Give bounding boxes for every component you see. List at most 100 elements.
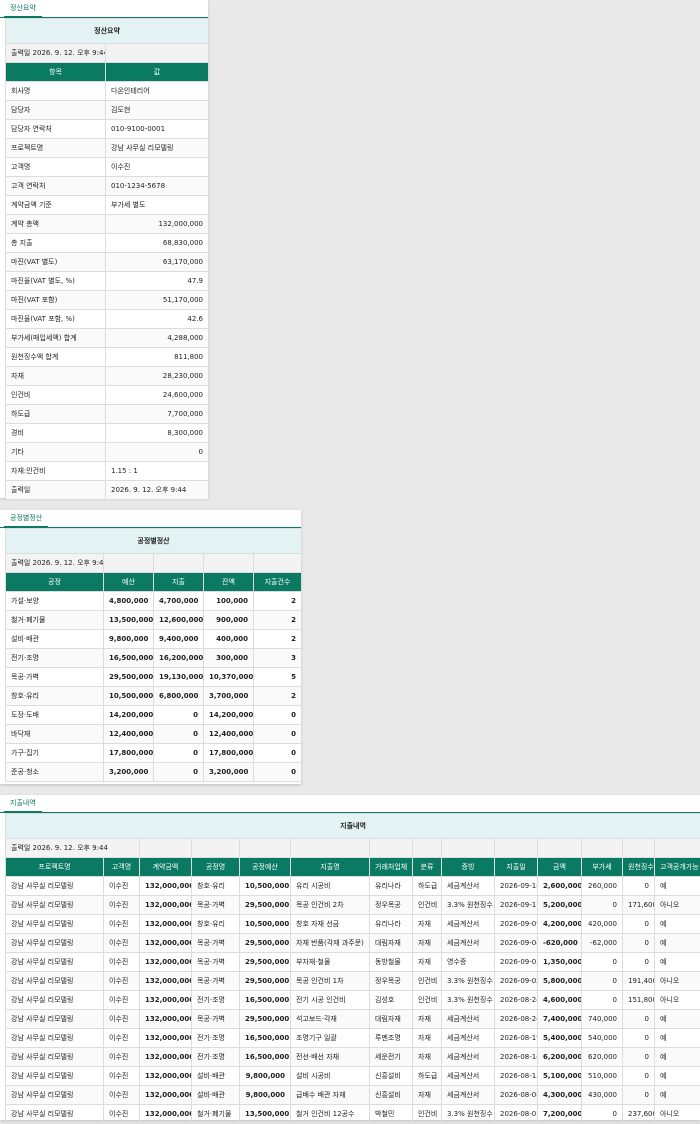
summary-row: 부가세(매입세액) 합계4,288,000 — [6, 329, 209, 348]
expenses-print-date: 출력일 2026. 9. 12. 오후 9:44 — [6, 839, 140, 858]
process-row: 창호·유리10,500,0006,800,0003,700,0002 — [6, 687, 302, 706]
expenses-cell: 루멘조명 — [370, 1029, 413, 1048]
process-header-cell: 공정 — [6, 573, 104, 592]
expenses-cell: 132,000,000 — [140, 953, 192, 972]
expenses-cell: 이수진 — [104, 1067, 140, 1086]
expenses-cell: 이수진 — [104, 915, 140, 934]
summary-item-value: 010-1234-5678 — [106, 177, 209, 196]
expenses-row: 강남 사무실 리모델링이수진132,000,000전기·조명16,500,000… — [6, 1029, 700, 1048]
process-cell: 전기·조명 — [6, 649, 104, 668]
process-cell: 철거·폐기물 — [6, 611, 104, 630]
summary-row: 자재28,230,000 — [6, 367, 209, 386]
summary-item-value: 132,000,000 — [106, 215, 209, 234]
process-row: 가설·보양4,800,0004,700,000100,0002 — [6, 592, 302, 611]
expenses-cell: 신흥설비 — [370, 1086, 413, 1105]
summary-item-label: 기타 — [6, 443, 106, 462]
expenses-cell: 예 — [655, 1067, 700, 1086]
expenses-cell: 2026-09-11 — [495, 896, 538, 915]
expenses-cell: 인건비 — [413, 972, 442, 991]
expenses-row: 강남 사무실 리모델링이수진132,000,000전기·조명16,500,000… — [6, 991, 700, 1010]
summary-item-label: 마진율(VAT 포함, %) — [6, 310, 106, 329]
summary-item-label: 부가세(매입세액) 합계 — [6, 329, 106, 348]
process-cell: 300,000 — [204, 649, 254, 668]
summary-item-label: 고객명 — [6, 158, 106, 177]
expenses-cell: 0 — [623, 934, 655, 953]
expenses-cell: 132,000,000 — [140, 896, 192, 915]
expenses-cell: 16,500,000 — [240, 1048, 291, 1067]
process-header-cell: 지출건수 — [254, 573, 302, 592]
expenses-cell: 4,600,000 — [538, 991, 582, 1010]
expenses-cell: 2026-09-18 — [495, 877, 538, 896]
summary-row: 총 지출68,830,000 — [6, 234, 209, 253]
expenses-cell: 4,200,000 — [538, 915, 582, 934]
process-title: 공정별정산 — [6, 529, 302, 554]
summary-item-label: 담당자 연락처 — [6, 120, 106, 139]
process-tab-bar: 공정별정산 — [0, 510, 301, 528]
expenses-cell: 세금계산서 — [442, 1010, 495, 1029]
expenses-cell: 171,600 — [623, 896, 655, 915]
expenses-cell: 3.3% 원천징수 — [442, 1105, 495, 1124]
tab-expenses[interactable]: 지출내역 — [4, 795, 42, 813]
expenses-cell: 16,500,000 — [240, 991, 291, 1010]
expenses-cell: 0 — [623, 1067, 655, 1086]
expenses-cell: 전기 시공 인건비 — [291, 991, 370, 1010]
expenses-cell: 6,200,000 — [538, 1048, 582, 1067]
expenses-cell: 2026-08-24 — [495, 1010, 538, 1029]
expenses-header-cell: 고객명 — [104, 858, 140, 877]
expenses-cell: 이수진 — [104, 1048, 140, 1067]
process-cell: 0 — [154, 763, 204, 782]
process-cell: 창호·유리 — [6, 687, 104, 706]
expenses-cell: 0 — [623, 877, 655, 896]
expenses-cell: 9,800,000 — [240, 1067, 291, 1086]
expenses-cell: 세금계산서 — [442, 934, 495, 953]
expenses-cell: 132,000,000 — [140, 1010, 192, 1029]
process-cell: 가구·집기 — [6, 744, 104, 763]
process-cell: 0 — [254, 744, 302, 763]
expenses-cell: 0 — [582, 896, 623, 915]
summary-row: 마진율(VAT 포함, %)42.6 — [6, 310, 209, 329]
process-cell: 10,500,000 — [104, 687, 154, 706]
summary-row: 계약 총액132,000,000 — [6, 215, 209, 234]
expenses-cell: 이수진 — [104, 953, 140, 972]
process-row: 설비·배관9,800,0009,400,000400,0002 — [6, 630, 302, 649]
tab-summary[interactable]: 정산요약 — [4, 0, 42, 18]
expenses-cell: 자재 — [413, 1010, 442, 1029]
expenses-cell: 예 — [655, 1048, 700, 1067]
process-cell: 5 — [254, 668, 302, 687]
expenses-cell: 이수진 — [104, 972, 140, 991]
expenses-cell: 조명기구 일괄 — [291, 1029, 370, 1048]
expenses-cell: 620,000 — [582, 1048, 623, 1067]
expenses-cell: 2026-09-02 — [495, 972, 538, 991]
summary-tab-bar: 정산요약 — [0, 0, 208, 18]
process-cell: 2 — [254, 630, 302, 649]
expenses-cell: 0 — [582, 972, 623, 991]
expenses-header-cell: 원천징수 — [623, 858, 655, 877]
expenses-cell: 자재 — [413, 934, 442, 953]
process-row: 가구·집기17,800,000017,800,0000 — [6, 744, 302, 763]
tab-process[interactable]: 공정별정산 — [4, 510, 48, 528]
expenses-cell: 132,000,000 — [140, 991, 192, 1010]
expenses-cell: 132,000,000 — [140, 972, 192, 991]
process-header-cell: 잔액 — [204, 573, 254, 592]
expenses-cell: 하도급 — [413, 1067, 442, 1086]
expenses-cell: 예 — [655, 1029, 700, 1048]
expenses-cell: 하도급 — [413, 877, 442, 896]
expenses-cell: 자재 — [413, 1086, 442, 1105]
summary-row: 자재:인건비1.15 : 1 — [6, 462, 209, 481]
expenses-cell: 510,000 — [582, 1067, 623, 1086]
process-cell: 16,500,000 — [104, 649, 154, 668]
expenses-sheet: 지출내역 지출내역 출력일 2026. 9. 12. 오후 9:44 프로젝트명… — [0, 795, 700, 1120]
summary-item-label: 인건비 — [6, 386, 106, 405]
summary-item-label: 총 지출 — [6, 234, 106, 253]
expenses-header-cell: 고객공개가능 — [655, 858, 700, 877]
expenses-cell: 정우목공 — [370, 896, 413, 915]
expenses-cell: 강남 사무실 리모델링 — [6, 1067, 104, 1086]
process-cell: 설비·배관 — [6, 630, 104, 649]
expenses-row: 강남 사무실 리모델링이수진132,000,000전기·조명16,500,000… — [6, 1048, 700, 1067]
summary-row: 하도급7,700,000 — [6, 405, 209, 424]
expenses-cell: 강남 사무실 리모델링 — [6, 972, 104, 991]
process-header-cell: 예산 — [104, 573, 154, 592]
expenses-cell: 설비 시공비 — [291, 1067, 370, 1086]
expenses-cell: 260,000 — [582, 877, 623, 896]
summary-table: 정산요약 출력일 2026. 9. 12. 오후 9:44 항목 값 회사명다온… — [5, 18, 209, 500]
